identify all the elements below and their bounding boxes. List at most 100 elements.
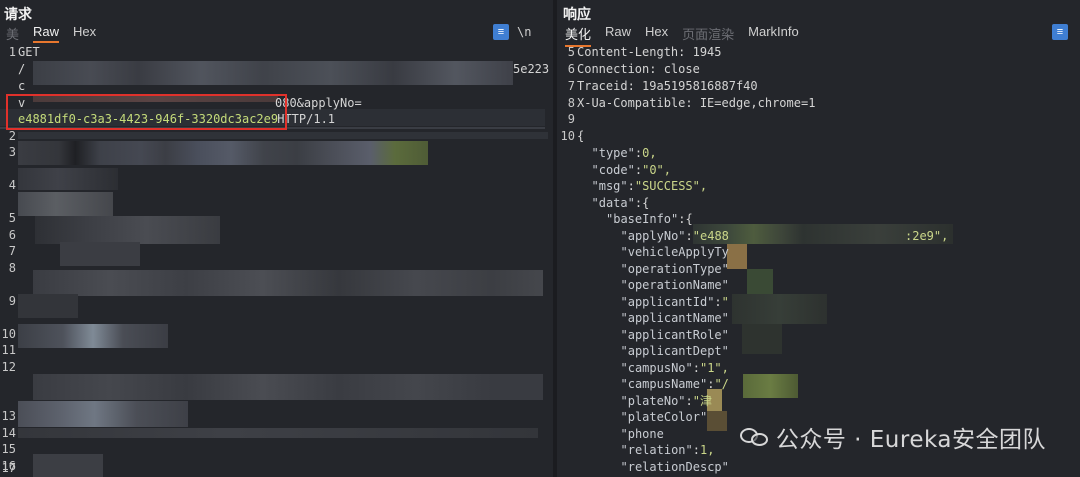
json-value: "SUCCESS", <box>634 179 708 193</box>
json-entry: "applyNo":"e488 <box>621 228 729 245</box>
json-key: "applyNo" <box>620 228 686 243</box>
wrap-lines-icon[interactable]: ≡ <box>493 24 509 40</box>
json-key: "baseInfo" <box>606 212 679 226</box>
request-line: 9 <box>0 293 553 310</box>
json-entry: "applicantName" <box>621 310 729 327</box>
json-entry: "plateNo":"津 <box>621 393 713 410</box>
json-value: "e488 <box>692 228 729 243</box>
json-line: "applicantRole" <box>557 327 1080 344</box>
json-line: "applicantId":" <box>557 294 1080 311</box>
response-editor[interactable]: 5 Content-Length: 1945 6 Connection: close… <box>557 44 1080 477</box>
json-separator: : <box>685 228 693 243</box>
tab-markinfo[interactable]: MarkInfo <box>748 24 799 41</box>
json-line: "baseInfo":{ <box>557 211 1080 228</box>
json-separator: : <box>634 195 643 210</box>
json-value: " <box>721 294 729 309</box>
json-line: "code":"0", <box>557 162 1080 179</box>
tab-hex[interactable]: Hex <box>645 24 668 41</box>
query-param-apply-no: 080&applyNo= <box>275 96 362 110</box>
response-pane: 响应 美化 Raw Hex 页面渲染 MarkInfo ≡ 5 Content-L… <box>557 0 1080 477</box>
json-entry: "type":0, <box>592 145 657 162</box>
request-tabs: 美 Raw Hex <box>6 24 110 44</box>
json-entry: "operationName" <box>621 277 729 294</box>
json-key: "operationType" <box>620 261 729 276</box>
request-line: 13 <box>0 408 553 425</box>
json-separator: : <box>692 443 700 457</box>
json-entry: "plateColor" <box>621 409 708 426</box>
line-number: 6 <box>567 62 575 76</box>
line-number: 11 <box>1 343 16 357</box>
tab-raw[interactable]: Raw <box>33 24 60 43</box>
line-number: 2 <box>8 129 16 143</box>
json-entry: "campusNo":"1", <box>621 360 729 377</box>
json-line: "applyNo":"e488 <box>557 228 1080 245</box>
json-entry: "applicantDept" <box>621 343 729 360</box>
header-text: { <box>577 129 585 143</box>
json-key: "phone <box>620 426 664 441</box>
tab-raw[interactable]: Raw <box>605 24 631 41</box>
json-entry: "campusName":"/ <box>621 376 729 393</box>
line-number: 10 <box>560 129 575 143</box>
line-text: / <box>18 62 26 76</box>
line-number: 15 <box>1 442 16 456</box>
line-number: 10 <box>1 327 16 341</box>
line-number: 3 <box>8 145 16 159</box>
request-line: 6 <box>0 227 553 244</box>
response-line: 10{ <box>557 128 1080 145</box>
line-number: 5 <box>8 211 16 225</box>
watermark-text: 公众号 · Eureka安全团队 <box>775 427 1046 453</box>
json-entry: "operationType" <box>621 261 729 278</box>
json-line: "type":0, <box>557 145 1080 162</box>
line-number: 12 <box>1 360 16 374</box>
request-line: 5 <box>0 210 553 227</box>
json-value: "1", <box>699 360 729 375</box>
json-entry: "applicantRole" <box>621 327 729 344</box>
json-key: "plateNo" <box>620 393 686 408</box>
json-value: "/ <box>714 377 729 391</box>
response-toolbar: ≡ <box>1052 24 1076 40</box>
line-number: 7 <box>567 79 575 93</box>
json-entry: "data":{ <box>592 195 650 212</box>
json-separator: : <box>627 179 635 193</box>
request-line: 11 <box>0 342 553 359</box>
json-line: "msg":"SUCCESS", <box>557 178 1080 195</box>
json-entry: "baseInfo":{ <box>606 211 693 228</box>
json-separator: : <box>634 162 643 177</box>
json-value: "津 <box>692 393 712 408</box>
response-line: 8 X-Ua-Compatible: IE=edge,chrome=1 <box>557 95 1080 112</box>
json-entry: "phone <box>621 426 664 443</box>
json-value: { <box>642 195 650 210</box>
json-key: "applicantDept" <box>620 344 729 358</box>
json-line: "applicantDept" <box>557 343 1080 360</box>
tab-render[interactable]: 页面渲染 <box>682 24 734 45</box>
json-line: "applicantName" <box>557 310 1080 327</box>
json-line: "operationName" <box>557 277 1080 294</box>
json-line: "plateNo":"津 <box>557 393 1080 410</box>
request-line: 17 <box>0 460 553 477</box>
json-line: "data":{ <box>557 195 1080 212</box>
line-number: 9 <box>8 294 16 308</box>
json-value: 0, <box>642 146 657 160</box>
response-line: 5 Content-Length: 1945 <box>557 44 1080 61</box>
header-text: X-Ua-Compatible: IE=edge,chrome=1 <box>577 96 816 110</box>
apply-no-tail: :2e9", <box>905 229 949 243</box>
line-number: 6 <box>8 228 16 242</box>
json-line: "relationDescp" <box>557 459 1080 476</box>
newline-toggle[interactable]: \n <box>517 25 531 39</box>
tab-hex[interactable]: Hex <box>73 24 96 41</box>
response-line: 7 Traceid: 19a5195816887f40 <box>557 78 1080 95</box>
json-value: 1, <box>699 443 715 457</box>
json-key: "msg" <box>591 179 628 193</box>
request-toolbar: ≡ \n <box>493 24 531 40</box>
json-key: "relationDescp" <box>620 459 729 474</box>
header-text: Connection: close <box>577 62 700 76</box>
json-entry: "code":"0", <box>592 162 672 179</box>
tab-pretty[interactable]: 美 <box>6 24 19 45</box>
json-entry: "msg":"SUCCESS", <box>592 178 708 195</box>
json-line: "campusNo":"1", <box>557 360 1080 377</box>
request-line: 14 <box>0 425 553 442</box>
wrap-lines-icon[interactable]: ≡ <box>1052 24 1068 40</box>
json-key: "code" <box>591 162 635 177</box>
request-line: 3 <box>0 144 553 161</box>
line-number: 4 <box>8 178 16 192</box>
